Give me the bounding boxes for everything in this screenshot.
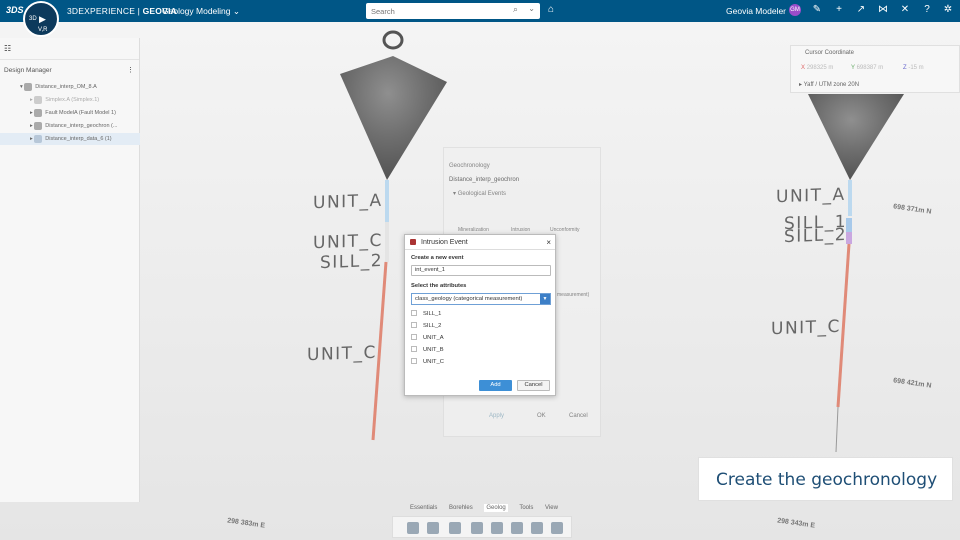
ds-logo: 3DS (6, 5, 24, 15)
tab-geolog[interactable]: Geolog (484, 504, 508, 512)
chevron-down-icon: ▼ (540, 294, 550, 304)
option-checkbox[interactable]: UNIT_C (411, 358, 444, 366)
segment-unit-a-right (848, 180, 852, 216)
label-sill-2-left: SILL_2 (320, 250, 384, 274)
option-checkbox[interactable]: UNIT_B (411, 346, 444, 354)
tab-borehles[interactable]: Borehles (449, 505, 473, 511)
borehole-cone-left (340, 56, 447, 180)
action-bar-tabs: Essentials Borehles Geolog Tools View (410, 504, 568, 516)
tool-icon[interactable] (449, 522, 461, 534)
attributes-label: Select the attributes (411, 283, 467, 289)
event-intrusion[interactable]: Intrusion (511, 227, 530, 233)
tool-icon[interactable] (491, 522, 503, 534)
tree-item-selected[interactable]: ▸ Distance_interp_data_6 (1) (0, 133, 140, 145)
label-unit-a-right: UNIT_A (776, 184, 846, 208)
geochron-title: Geochronology (449, 163, 490, 169)
event-mineralization[interactable]: Mineralization (458, 227, 489, 233)
settings-icon[interactable]: ✲ (942, 4, 954, 15)
label-sill-2-right: SILL_2 (784, 224, 848, 248)
tree-item[interactable]: ▸ Distance_interp_geochron (... (0, 120, 140, 132)
action-bar (392, 516, 572, 538)
geochron-name: Distance_interp_geochron (449, 177, 520, 183)
label-unit-a-left: UNIT_A (313, 190, 383, 214)
search-dropdown-icon[interactable]: ⌄ (528, 4, 535, 13)
borehole-handle (382, 30, 404, 50)
tree-icon[interactable]: ☷ (4, 44, 11, 53)
tree-item[interactable]: ▸ Simplex.A (Simplex.1) (0, 94, 140, 106)
label-unit-c-left-lower: UNIT_C (307, 342, 377, 366)
tool-icon[interactable] (551, 522, 563, 534)
intrusion-icon (410, 239, 416, 245)
event-unconformity[interactable]: Unconformity (550, 227, 579, 233)
design-manager-panel: ☷ Design Manager ⋮ ▾ Distance_interp_OM_… (0, 38, 140, 502)
compass[interactable]: 3D V,R ▶ (23, 1, 59, 37)
avatar[interactable]: GM (789, 4, 801, 16)
label-unit-c-right: UNIT_C (771, 316, 841, 340)
label-unit-c-left: UNIT_C (313, 230, 383, 254)
tutorial-callout: Create the geochronology (698, 457, 953, 501)
network-icon[interactable]: ⋈ (877, 4, 889, 15)
option-checkbox[interactable]: SILL_1 (411, 310, 441, 318)
search-box[interactable]: ⌕ ⌄ (366, 3, 540, 19)
help-icon[interactable]: ? (921, 4, 933, 15)
user-name[interactable]: Geovia Modeler (726, 6, 786, 16)
tool-icon[interactable] (471, 522, 483, 534)
geological-events-section[interactable]: ▾ Geological Events (453, 190, 506, 197)
segment-unit-a-left (385, 180, 389, 222)
event-name-label: Create a new event (411, 255, 464, 261)
segment-left (385, 222, 389, 262)
brand: 3DEXPERIENCE | GEOVIA (67, 6, 177, 16)
tool-icon[interactable] (511, 522, 523, 534)
tag-icon[interactable]: ⌂ (548, 4, 554, 15)
tab-essentials[interactable]: Essentials (410, 505, 437, 511)
tool-icon[interactable] (531, 522, 543, 534)
tab-tools[interactable]: Tools (519, 505, 533, 511)
borehole-cone-right (808, 94, 904, 180)
add-icon[interactable]: + (833, 4, 845, 15)
tool-icon[interactable] (407, 522, 419, 534)
close-icon[interactable]: × (546, 235, 551, 250)
panel-header: ☷ (0, 38, 139, 60)
apply-button[interactable]: Apply (489, 413, 504, 419)
app-selector[interactable]: Geology Modeling ⌄ (162, 6, 240, 17)
search-icon[interactable]: ⌕ (513, 4, 518, 15)
event-name-input[interactable]: int_event_1 (411, 265, 551, 276)
cancel-button[interactable]: Cancel (517, 380, 550, 391)
tree-item[interactable]: ▾ Distance_interp_OM_8.A (0, 81, 140, 93)
dialog-header: Intrusion Event × (405, 235, 555, 250)
search-input[interactable] (371, 4, 501, 18)
top-bar: 3DS 3DEXPERIENCE | GEOVIA Geology Modeli… (0, 0, 960, 22)
tree-item[interactable]: ▸ Fault ModelA (Fault Model 1) (0, 107, 140, 119)
panel-title: Design Manager (4, 67, 52, 74)
cursor-coordinate-panel: Cursor Coordinate X 298325 m Y 698387 m … (790, 45, 960, 93)
panel-menu-icon[interactable]: ⋮ (127, 66, 134, 74)
attribute-select[interactable]: class_geology (categorical measurement) ▼ (411, 293, 551, 305)
tool-icon[interactable] (427, 522, 439, 534)
option-checkbox[interactable]: UNIT_A (411, 334, 444, 342)
tools-icon[interactable]: ✕ (899, 4, 911, 15)
y-readout: Y 698387 m (851, 65, 884, 71)
measurement-select[interactable]: measurement) (557, 292, 589, 298)
cursor-panel-title: Cursor Coordinate (805, 50, 855, 56)
intrusion-event-dialog: Intrusion Event × Create a new event int… (404, 234, 556, 396)
tab-view[interactable]: View (545, 505, 558, 511)
crs-label[interactable]: ▸ Yaff / UTM zone 20N (799, 81, 859, 88)
share-tag-icon[interactable]: ✎ (811, 4, 823, 15)
x-readout: X 298325 m (801, 65, 834, 71)
option-checkbox[interactable]: SILL_2 (411, 322, 441, 330)
add-button[interactable]: Add (479, 380, 512, 391)
share-icon[interactable]: ↗ (855, 4, 867, 15)
z-readout: Z -15 m (903, 65, 924, 71)
cancel-button[interactable]: Cancel (569, 413, 588, 419)
ok-button[interactable]: OK (537, 413, 546, 419)
